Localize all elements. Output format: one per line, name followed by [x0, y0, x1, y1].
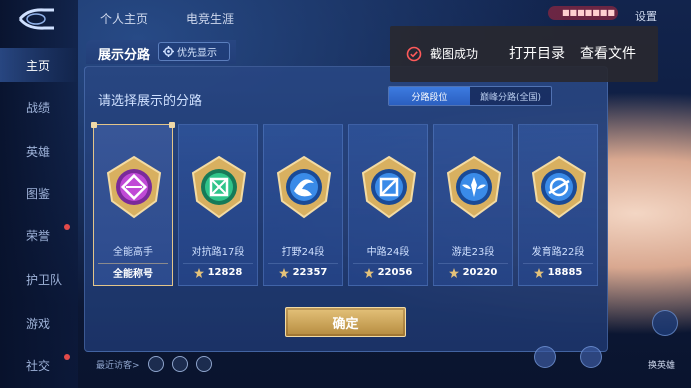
toggle-peak-rank[interactable]: 巅峰分路(全国) — [470, 87, 551, 105]
visitor-avatar[interactable] — [196, 356, 212, 372]
lane-name: 游走23段 — [451, 247, 495, 258]
lane-title-label: 全能称号 — [98, 263, 168, 281]
nav-item-record[interactable]: 战绩 — [0, 90, 78, 124]
view-file-button[interactable]: 查看文件 — [580, 43, 636, 63]
settings-button[interactable]: 设置 — [635, 8, 657, 24]
play-button[interactable] — [580, 346, 602, 368]
lane-score: 20220 — [462, 267, 498, 278]
nav-item-social[interactable]: 社交 — [0, 348, 78, 382]
roam-badge-icon — [446, 155, 502, 219]
notification-dot — [64, 224, 70, 230]
open-folder-button[interactable]: 打开目录 — [509, 43, 565, 63]
switch-hero-icon[interactable] — [652, 310, 678, 336]
lane-name: 中路24段 — [366, 247, 410, 258]
lane-score: 22357 — [292, 267, 328, 278]
rank-star-icon — [278, 267, 289, 278]
switch-hero-label[interactable]: 换英雄 — [648, 358, 675, 371]
left-nav: 主页 战绩 英雄 图鉴 荣誉 护卫队 游戏 社交 — [0, 0, 78, 388]
lane-score-row: 22056 — [353, 263, 423, 281]
top-notice-badge: ■■■■■■■ — [548, 6, 618, 20]
nav-item-game[interactable]: 游戏 — [0, 306, 78, 340]
priority-display-button[interactable]: 优先显示 — [158, 42, 230, 61]
selection-corner — [169, 122, 175, 128]
nav-label: 图鉴 — [26, 186, 51, 201]
nav-label: 主页 — [26, 58, 51, 73]
rank-star-icon — [193, 267, 204, 278]
panel-title: 展示分路 — [98, 48, 151, 63]
lane-score-row: 22357 — [268, 263, 338, 281]
nav-item-guard[interactable]: 护卫队 — [0, 262, 78, 296]
nav-label: 荣誉 — [26, 228, 51, 243]
visitor-avatar[interactable] — [148, 356, 164, 372]
lane-card-clash[interactable]: 对抗路17段 12828 — [178, 124, 258, 286]
lane-card-mid[interactable]: 中路24段 22056 — [348, 124, 428, 286]
lane-name: 对抗路17段 — [191, 247, 245, 258]
tab-profile-home[interactable]: 个人主页 — [100, 10, 148, 27]
jungle-badge-icon — [276, 155, 332, 219]
clash-lane-badge-icon — [191, 155, 247, 219]
all-rounder-badge-icon — [106, 155, 162, 219]
lane-score: 18885 — [547, 267, 583, 278]
lane-card-roam[interactable]: 游走23段 20220 — [433, 124, 513, 286]
nav-label: 社交 — [26, 358, 51, 373]
nav-item-home[interactable]: 主页 — [0, 48, 78, 82]
rank-star-icon — [448, 267, 459, 278]
gear-icon — [163, 46, 174, 57]
toggle-lane-rank[interactable]: 分路段位 — [389, 87, 470, 105]
rank-mode-toggle[interactable]: 分路段位 巅峰分路(全国) — [388, 86, 552, 106]
recent-visitors-link[interactable]: 最近访客> — [96, 358, 140, 371]
lane-score-row: 18885 — [523, 263, 593, 281]
nav-label: 游戏 — [26, 316, 51, 331]
priority-button-label: 优先显示 — [177, 48, 217, 59]
tab-esports-career[interactable]: 电竞生涯 — [186, 10, 234, 27]
lane-score-row: 20220 — [438, 263, 508, 281]
nav-item-codex[interactable]: 图鉴 — [0, 176, 78, 210]
lane-score: 12828 — [207, 267, 243, 278]
nav-item-honor[interactable]: 荣誉 — [0, 218, 78, 252]
rank-star-icon — [363, 267, 374, 278]
nav-label: 英雄 — [26, 144, 51, 159]
check-circle-icon — [406, 46, 422, 62]
lane-card-jungle[interactable]: 打野24段 22357 — [263, 124, 343, 286]
lane-name: 全能高手 — [113, 247, 153, 258]
mid-lane-badge-icon — [361, 155, 417, 219]
nav-item-heroes[interactable]: 英雄 — [0, 134, 78, 168]
nav-label: 护卫队 — [26, 272, 63, 287]
screenshot-toast: 截图成功 打开目录 查看文件 — [390, 26, 658, 82]
lane-score-row: 12828 — [183, 263, 253, 281]
emote-button[interactable] — [534, 346, 556, 368]
rank-star-icon — [533, 267, 544, 278]
lane-card-all-rounder[interactable]: 全能高手 全能称号 — [91, 122, 175, 286]
lane-card-farm[interactable]: 发育路22段 18885 — [518, 124, 598, 286]
panel-prompt: 请选择展示的分路 — [98, 94, 203, 109]
lane-name: 打野24段 — [281, 247, 325, 258]
visitor-avatar[interactable] — [172, 356, 188, 372]
confirm-button[interactable]: 确定 — [285, 307, 406, 337]
nav-label: 战绩 — [26, 100, 51, 115]
selection-corner — [91, 122, 97, 128]
toast-status-text: 截图成功 — [430, 47, 479, 61]
lane-name: 发育路22段 — [531, 247, 585, 258]
notification-dot — [64, 354, 70, 360]
lane-score: 22056 — [377, 267, 413, 278]
farm-lane-badge-icon — [531, 155, 587, 219]
back-arrow-icon[interactable] — [14, 6, 60, 32]
